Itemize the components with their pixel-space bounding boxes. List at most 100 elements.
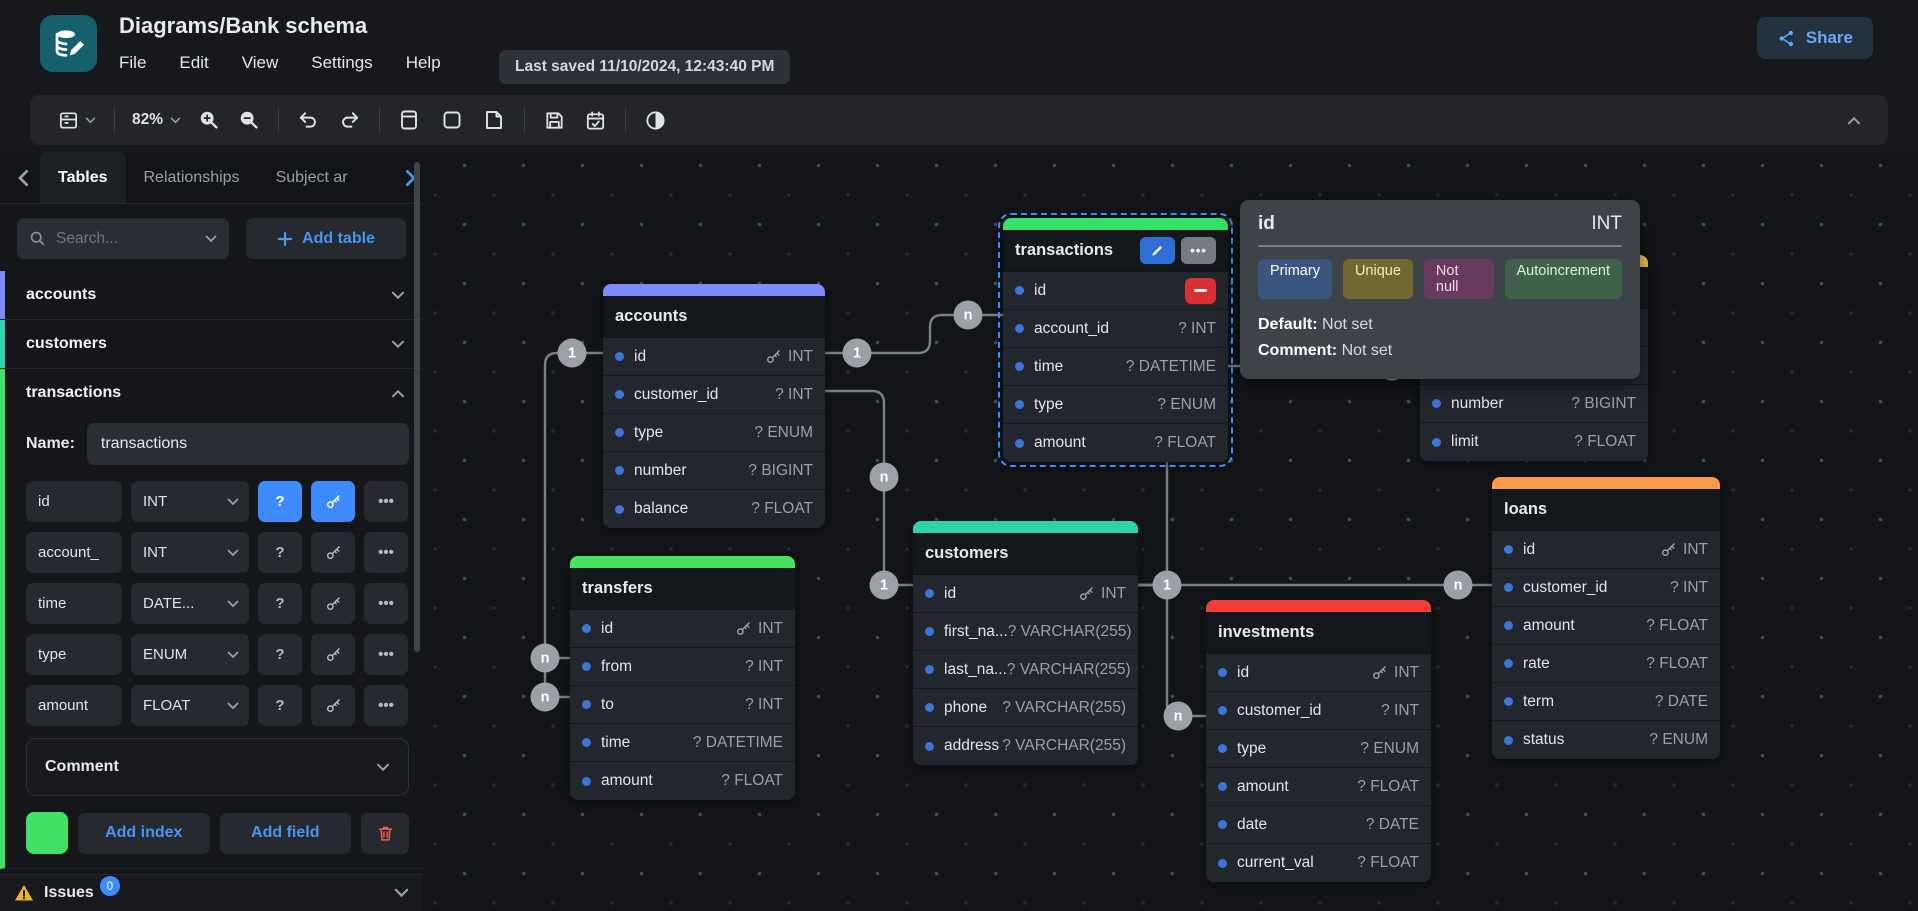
sidebar-table-accounts[interactable]: accounts (0, 271, 423, 320)
table-field-row[interactable]: address? VARCHAR(255) (913, 727, 1138, 765)
table-field-row[interactable]: number? BIGINT (603, 452, 825, 490)
table-field-row[interactable]: status? ENUM (1492, 721, 1720, 759)
share-button[interactable]: Share (1757, 17, 1873, 59)
table-field-row[interactable]: account_id? INT (1003, 310, 1228, 348)
delete-table-button[interactable] (361, 813, 409, 854)
table-field-row[interactable]: customer_id? INT (603, 376, 825, 414)
field-name-input[interactable]: id (26, 481, 122, 522)
header-layout-button[interactable] (48, 102, 105, 138)
table-field-row[interactable]: idINT (1206, 654, 1431, 692)
delete-field-button[interactable] (1185, 278, 1216, 304)
table-field-row[interactable]: amount? FLOAT (1206, 768, 1431, 806)
field-more-button[interactable]: ••• (364, 532, 408, 573)
add-area-button[interactable] (431, 102, 473, 138)
field-name-input[interactable]: time (26, 583, 122, 624)
table-field-row[interactable]: first_na...? VARCHAR(255) (913, 613, 1138, 651)
search-input[interactable] (56, 230, 166, 248)
table-field-row[interactable]: current_val? FLOAT (1206, 844, 1431, 882)
tab-relationships[interactable]: Relationships (126, 159, 258, 197)
table-field-row[interactable]: customer_id? INT (1206, 692, 1431, 730)
table-field-row[interactable]: idINT (603, 338, 825, 376)
field-more-button[interactable]: ••• (364, 634, 408, 675)
canvas-table-customers[interactable]: customersidINTfirst_na...? VARCHAR(255)l… (913, 521, 1138, 765)
table-field-row[interactable]: term? DATE (1492, 683, 1720, 721)
table-field-row[interactable]: type? ENUM (1003, 386, 1228, 424)
tab-subject-ar[interactable]: Subject ar (258, 159, 366, 197)
chevron-down-icon[interactable] (394, 888, 409, 898)
zoom-out-button[interactable] (229, 102, 269, 138)
canvas-table-transfers[interactable]: transfersidINTfrom? INTto? INTtime? DATE… (570, 556, 795, 800)
table-field-row[interactable]: to? INT (570, 686, 795, 724)
table-field-row[interactable]: idINT (570, 610, 795, 648)
field-primary-toggle[interactable] (311, 532, 355, 573)
field-type-select[interactable]: DATE... (131, 583, 249, 624)
tab-tables[interactable]: Tables (40, 152, 126, 203)
field-nullable-toggle[interactable]: ? (258, 583, 302, 624)
table-field-row[interactable]: from? INT (570, 648, 795, 686)
table-search[interactable] (17, 218, 229, 259)
canvas-table-investments[interactable]: investmentsidINTcustomer_id? INTtype? EN… (1206, 600, 1431, 882)
table-field-row[interactable]: id (1003, 272, 1228, 310)
field-more-button[interactable]: ••• (364, 481, 408, 522)
sidebar-table-transactions-header[interactable]: transactions (5, 369, 423, 417)
table-field-row[interactable]: last_na...? VARCHAR(255) (913, 651, 1138, 689)
field-primary-toggle[interactable] (311, 685, 355, 726)
add-note-button[interactable] (473, 102, 515, 138)
table-field-row[interactable]: amount? FLOAT (570, 762, 795, 800)
table-more-button[interactable]: ••• (1181, 237, 1216, 264)
field-nullable-toggle[interactable]: ? (258, 685, 302, 726)
comment-collapsible[interactable]: Comment (26, 738, 409, 796)
table-field-row[interactable]: time? DATETIME (1003, 348, 1228, 386)
field-more-button[interactable]: ••• (364, 685, 408, 726)
sidebar-table-customers[interactable]: customers (0, 320, 423, 369)
table-field-row[interactable]: idINT (1492, 531, 1720, 569)
zoom-level-dropdown[interactable]: 82% (124, 102, 189, 138)
edit-table-button[interactable] (1140, 237, 1175, 264)
field-name-input[interactable]: account_ (26, 532, 122, 573)
table-field-row[interactable]: rate? FLOAT (1492, 645, 1720, 683)
field-type-select[interactable]: ENUM (131, 634, 249, 675)
table-field-row[interactable]: customer_id? INT (1492, 569, 1720, 607)
field-type-select[interactable]: FLOAT (131, 685, 249, 726)
redo-button[interactable] (329, 102, 370, 138)
field-type-select[interactable]: INT (131, 481, 249, 522)
menu-file[interactable]: File (119, 53, 146, 73)
undo-button[interactable] (288, 102, 329, 138)
field-type-select[interactable]: INT (131, 532, 249, 573)
field-nullable-toggle[interactable]: ? (258, 634, 302, 675)
table-field-row[interactable]: balance? FLOAT (603, 490, 825, 528)
tabs-back-chevron-icon[interactable] (6, 169, 40, 187)
table-color-swatch[interactable] (26, 812, 68, 854)
field-more-button[interactable]: ••• (364, 583, 408, 624)
table-field-row[interactable]: limit? FLOAT (1420, 423, 1648, 461)
table-field-row[interactable]: date? DATE (1206, 806, 1431, 844)
theme-toggle-button[interactable] (635, 102, 676, 138)
collapse-toolbar-button[interactable] (1838, 102, 1870, 138)
sidebar-scrollbar[interactable] (414, 162, 420, 652)
table-field-row[interactable]: phone? VARCHAR(255) (913, 689, 1138, 727)
menu-view[interactable]: View (242, 53, 279, 73)
menu-settings[interactable]: Settings (311, 53, 372, 73)
menu-help[interactable]: Help (406, 53, 441, 73)
app-logo[interactable] (40, 15, 97, 72)
table-name-input[interactable] (87, 423, 409, 465)
field-primary-toggle[interactable] (311, 481, 355, 522)
table-field-row[interactable]: amount? FLOAT (1492, 607, 1720, 645)
table-field-row[interactable]: type? ENUM (1206, 730, 1431, 768)
table-field-row[interactable]: number? BIGINT (1420, 385, 1648, 423)
canvas-table-loans[interactable]: loansidINTcustomer_id? INTamount? FLOATr… (1492, 477, 1720, 759)
field-nullable-toggle[interactable]: ? (258, 481, 302, 522)
save-button[interactable] (534, 102, 575, 138)
field-name-input[interactable]: type (26, 634, 122, 675)
add-index-button[interactable]: Add index (78, 813, 210, 854)
canvas-table-transactions[interactable]: transactions•••idaccount_id? INTtime? DA… (1003, 218, 1228, 462)
field-nullable-toggle[interactable]: ? (258, 532, 302, 573)
zoom-in-button[interactable] (189, 102, 229, 138)
table-field-row[interactable]: amount? FLOAT (1003, 424, 1228, 462)
table-field-row[interactable]: type? ENUM (603, 414, 825, 452)
autosave-button[interactable] (575, 102, 616, 138)
field-primary-toggle[interactable] (311, 634, 355, 675)
table-field-row[interactable]: idINT (913, 575, 1138, 613)
menu-edit[interactable]: Edit (179, 53, 208, 73)
field-name-input[interactable]: amount (26, 685, 122, 726)
